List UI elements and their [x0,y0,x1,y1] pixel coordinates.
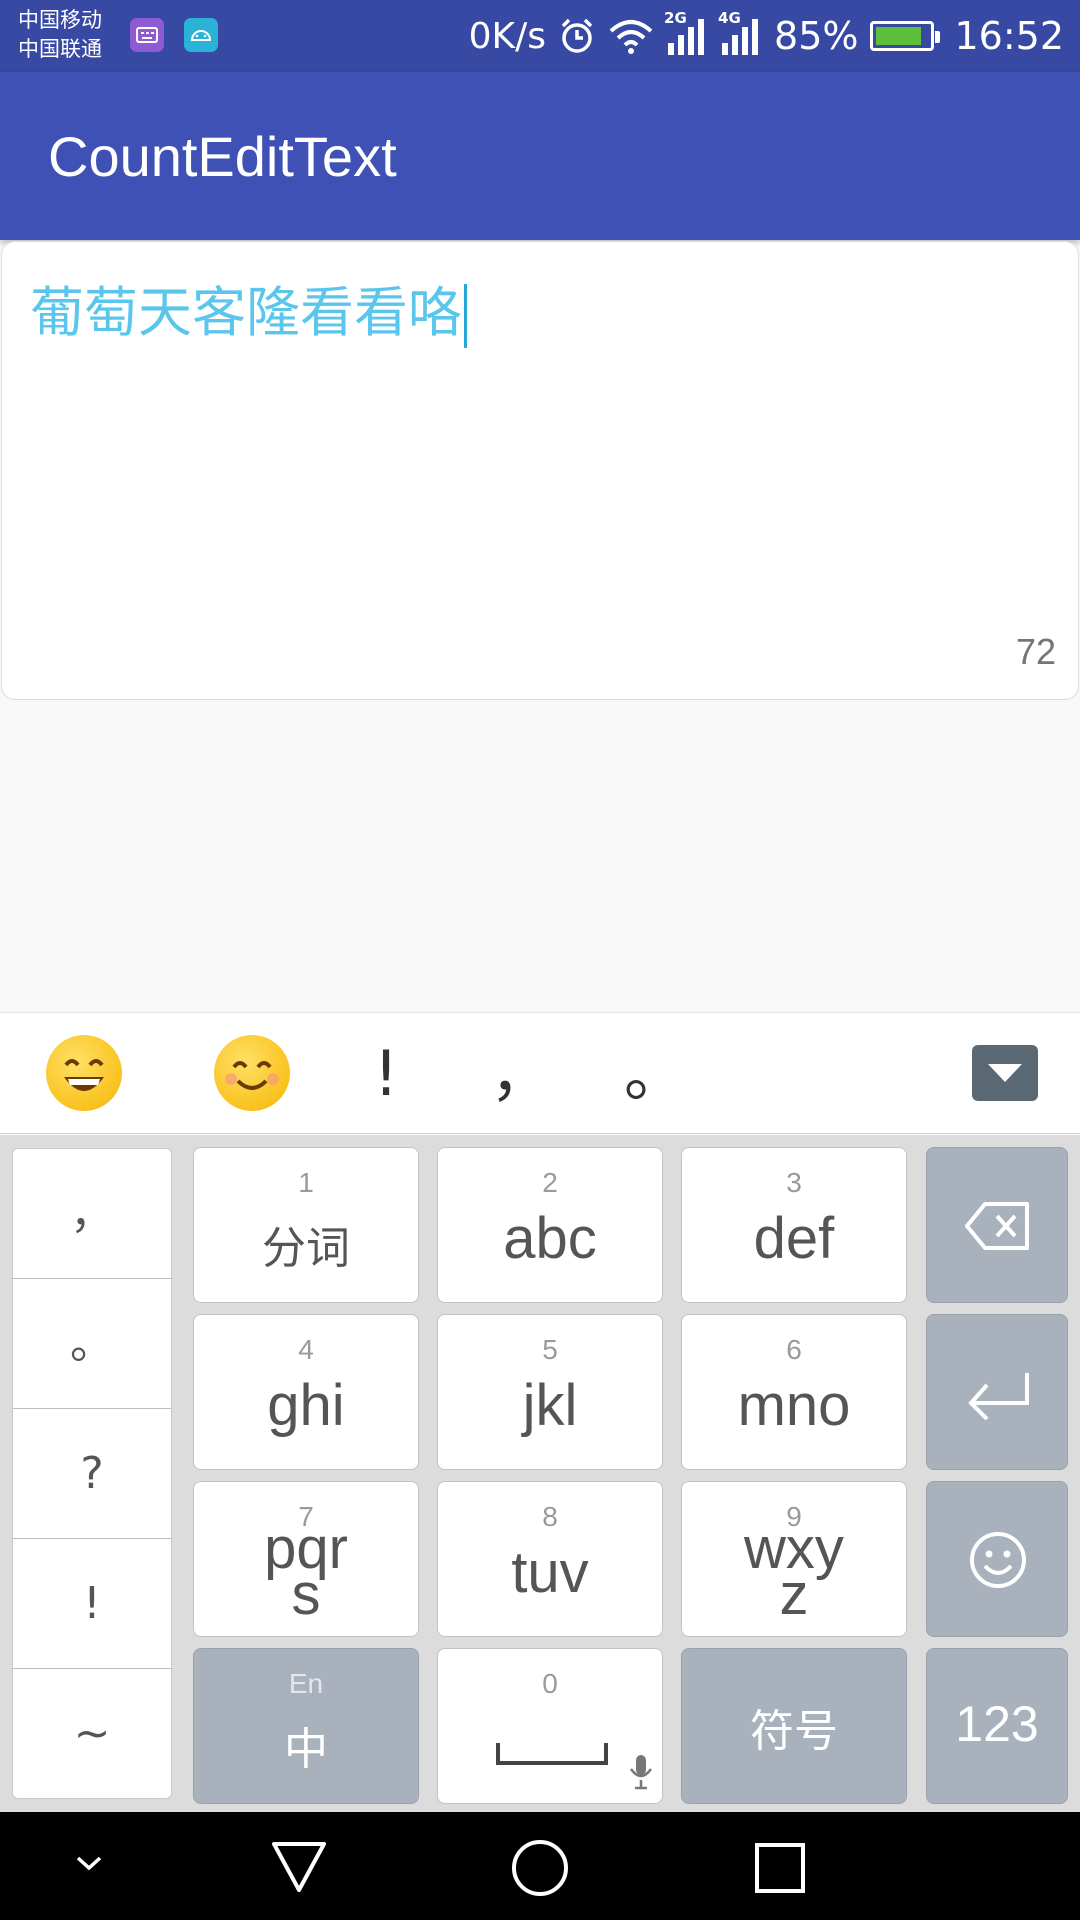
key-7-pqrs[interactable]: 7 pqr s [193,1481,419,1637]
candidate-period[interactable]: 。 [620,1013,690,1135]
candidate-comma[interactable]: ， [490,1013,552,1135]
space-icon [496,1743,608,1765]
app-bar: CountEditText [0,72,1080,240]
back-icon[interactable] [270,1840,328,1894]
home-icon[interactable] [510,1838,570,1898]
microphone-icon [629,1755,653,1790]
punct-question[interactable]: ? [13,1409,171,1539]
lang-switch-key[interactable]: En 中 [193,1648,419,1804]
chevron-down-icon[interactable] [972,1045,1038,1101]
battery-fill [876,27,921,45]
status-indicators: 0K/s 2G 4G 85% 16:52 [469,0,1064,72]
wifi-icon [608,17,654,55]
key-5-jkl[interactable]: 5 jkl [437,1314,663,1470]
key-4-ghi[interactable]: 4 ghi [193,1314,419,1470]
candidate-exclamation[interactable]: ! [356,1013,416,1135]
t9-keyboard: ， 。 ? ! ~ 1 分词 2 abc 3 def 4 ghi 5 jkl 6… [0,1135,1080,1812]
emoji-icon [970,1532,1026,1588]
key-8-tuv[interactable]: 8 tuv [437,1481,663,1637]
punct-exclamation[interactable]: ! [13,1539,171,1669]
emoji-key[interactable] [926,1481,1068,1637]
backspace-key[interactable] [926,1147,1068,1303]
clock: 16:52 [954,14,1064,58]
keyboard-app-icon [130,18,164,52]
hide-keyboard-icon[interactable] [72,1852,106,1874]
candidate-bar: ! ， 。 [0,1012,1080,1134]
signal-4g-icon: 4G [718,9,762,57]
key-3-def[interactable]: 3 def [681,1147,907,1303]
android-icon [184,18,218,52]
navigation-bar [0,1812,1080,1920]
key-2-abc[interactable]: 2 abc [437,1147,663,1303]
punct-period[interactable]: 。 [13,1279,171,1409]
carrier-2: 中国联通 [18,37,102,61]
text-caret [464,284,467,349]
candidate-smile-emoji[interactable] [214,1035,290,1111]
punct-comma[interactable]: ， [13,1149,171,1279]
edit-text-content[interactable]: 葡萄天客隆看看咯 [30,278,467,349]
carrier-names: 中国移动 中国联通 [18,6,102,64]
alarm-icon [558,17,596,55]
battery-icon [870,21,941,51]
enter-icon [968,1373,1029,1421]
candidate-grin-emoji[interactable] [46,1035,122,1111]
app-title: CountEditText [48,125,397,188]
key-6-mno[interactable]: 6 mno [681,1314,907,1470]
punctuation-column: ， 。 ? ! ~ [12,1148,172,1799]
status-bar: 中国移动 中国联通 0K/s 2G 4G 85% 16:52 [0,0,1080,72]
key-9-wxyz[interactable]: 9 wxy z [681,1481,907,1637]
recents-icon[interactable] [754,1842,806,1894]
carrier-1: 中国移动 [18,8,102,32]
symbol-key[interactable]: 符号 [681,1648,907,1804]
key-0-space[interactable]: 0 [437,1648,663,1804]
battery-percent: 85% [774,14,859,58]
count-edit-text[interactable]: 葡萄天客隆看看咯 72 [1,241,1079,700]
key-1-fenci[interactable]: 1 分词 [193,1147,419,1303]
punct-tilde[interactable]: ~ [13,1669,171,1799]
number-key[interactable]: 123 [926,1648,1068,1804]
net-speed: 0K/s [468,15,547,57]
signal-2g-icon: 2G [664,9,708,57]
backspace-icon [965,1202,1029,1250]
enter-key[interactable] [926,1314,1068,1470]
remaining-count: 72 [1015,631,1056,672]
